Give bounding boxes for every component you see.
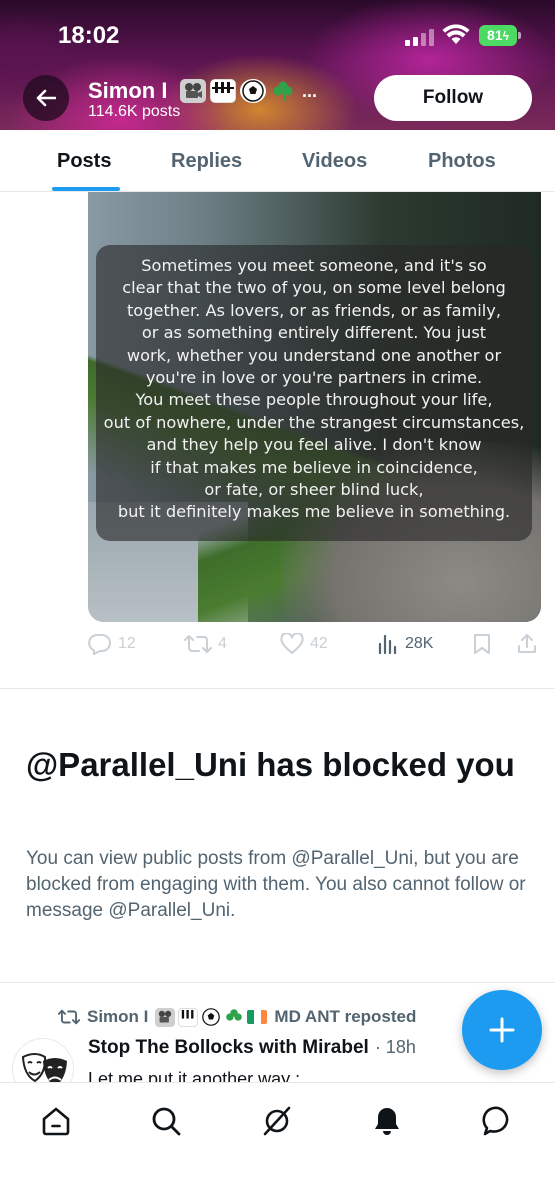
post-divider: [0, 688, 555, 689]
film-projector-icon: [180, 79, 206, 103]
search-icon: [152, 1107, 181, 1136]
notifications-icon: [375, 1108, 399, 1135]
name-truncation-ellipsis: ...: [302, 80, 318, 101]
compose-post-button[interactable]: [462, 990, 542, 1070]
reposter-emojis: [155, 1007, 268, 1027]
piano-keys-icon: [178, 1007, 199, 1027]
nav-search[interactable]: [146, 1101, 186, 1141]
share-button[interactable]: [516, 633, 538, 655]
blocked-title: @Parallel_Uni has blocked you: [26, 746, 515, 783]
quote-line: You meet these people throughout your li…: [135, 390, 493, 410]
battery-indicator: 81ϟ: [479, 25, 521, 46]
tab-photos[interactable]: Photos: [428, 150, 496, 173]
blocked-body: You can view public posts from @Parallel…: [26, 848, 526, 921]
quote-line: and they help you feel alive. I don't kn…: [146, 435, 482, 455]
repost-icon: [184, 635, 212, 653]
bottom-navigation: [0, 1082, 555, 1200]
section-divider: [0, 982, 555, 983]
quote-overlay: Sometimes you meet someone, and it's so …: [96, 245, 532, 541]
back-button[interactable]: [23, 75, 69, 121]
home-icon: [42, 1107, 70, 1136]
quote-line: or fate, or sheer blind luck,: [204, 480, 424, 500]
active-tab-indicator: [52, 187, 120, 191]
quote-line: but it definitely makes me believe in so…: [117, 502, 511, 522]
author-name[interactable]: Stop The Bollocks with Mirabel: [88, 1037, 369, 1059]
tab-replies[interactable]: Replies: [171, 150, 242, 173]
quote-line: work, whether you understand one another…: [126, 345, 502, 365]
nav-messages[interactable]: [478, 1101, 518, 1141]
reposter-name: Simon I: [87, 1007, 149, 1026]
profile-name-emojis: ...: [180, 79, 317, 103]
quote-line: if that makes me believe in coincidence,: [150, 457, 478, 477]
post-image[interactable]: Sometimes you meet someone, and it's so …: [88, 192, 541, 622]
quote-line: out of nowhere, under the strangest circ…: [103, 412, 525, 432]
profile-tabs: Posts Replies Videos Photos: [0, 130, 555, 192]
repost-button[interactable]: 4: [184, 633, 227, 655]
repost-count: 4: [218, 635, 227, 652]
nav-notifications[interactable]: [367, 1101, 407, 1141]
quote-line: together. As lovers, or as friends, or a…: [126, 300, 502, 320]
plus-icon: [489, 1017, 515, 1043]
profile-post-count: 114.6K posts: [88, 103, 181, 120]
post-action-bar: 12 4 42 28K: [88, 633, 541, 663]
repost-icon: [58, 1009, 80, 1025]
repost-attribution[interactable]: Simon I MD ANT reposted: [58, 1007, 416, 1027]
shamrock-icon: [270, 79, 296, 103]
views-count: 28K: [405, 635, 434, 652]
shamrock-icon: [224, 1008, 244, 1027]
quote-line: you're in love or you're partners in cri…: [145, 368, 483, 388]
like-button[interactable]: 42: [280, 633, 328, 655]
quote-line: or as something entirely different. You …: [141, 323, 487, 343]
reply-count: 12: [118, 635, 136, 652]
quote-text: Sometimes you meet someone, and it's so …: [96, 255, 532, 524]
like-count: 42: [310, 635, 328, 652]
repost-suffix: MD ANT reposted: [274, 1007, 417, 1026]
ireland-flag-icon: [247, 1010, 268, 1024]
post-author-line: Stop The Bollocks with Mirabel · 18h: [88, 1037, 416, 1059]
views-icon: [378, 634, 397, 655]
post-text[interactable]: Let me put it another way :: [88, 1066, 300, 1082]
status-bar: 18:02 81ϟ: [0, 0, 555, 70]
messages-icon: [482, 1106, 509, 1136]
soccer-ball-icon: [201, 1008, 221, 1027]
nav-grok[interactable]: [257, 1101, 297, 1141]
tab-videos[interactable]: Videos: [302, 150, 367, 173]
film-projector-icon: [155, 1007, 176, 1027]
profile-header-banner: 18:02 81ϟ Simon I ... 114.6K posts Follo…: [0, 0, 555, 130]
quote-line: clear that the two of you, on some level…: [122, 278, 506, 298]
nav-home[interactable]: [36, 1101, 76, 1141]
back-arrow-icon: [36, 89, 56, 107]
reply-button[interactable]: 12: [88, 633, 136, 655]
wifi-icon: [442, 24, 470, 44]
grok-icon: [263, 1106, 291, 1136]
bookmark-button[interactable]: [472, 633, 492, 655]
cellular-signal-icon: [405, 28, 435, 46]
bookmark-icon: [474, 634, 490, 654]
post-time: · 18h: [374, 1037, 416, 1057]
battery-level: 81: [487, 27, 503, 43]
follow-button[interactable]: Follow: [374, 75, 532, 121]
views-button[interactable]: 28K: [377, 633, 433, 655]
profile-display-name: Simon I: [88, 78, 168, 103]
share-icon: [518, 634, 536, 653]
reply-icon: [88, 633, 111, 655]
quote-line: Sometimes you meet someone, and it's so: [141, 256, 487, 275]
heart-icon: [280, 633, 304, 654]
tab-posts[interactable]: Posts: [57, 150, 111, 173]
soccer-ball-icon: [240, 79, 266, 103]
piano-keys-icon: [210, 79, 236, 103]
status-time: 18:02: [58, 22, 120, 49]
